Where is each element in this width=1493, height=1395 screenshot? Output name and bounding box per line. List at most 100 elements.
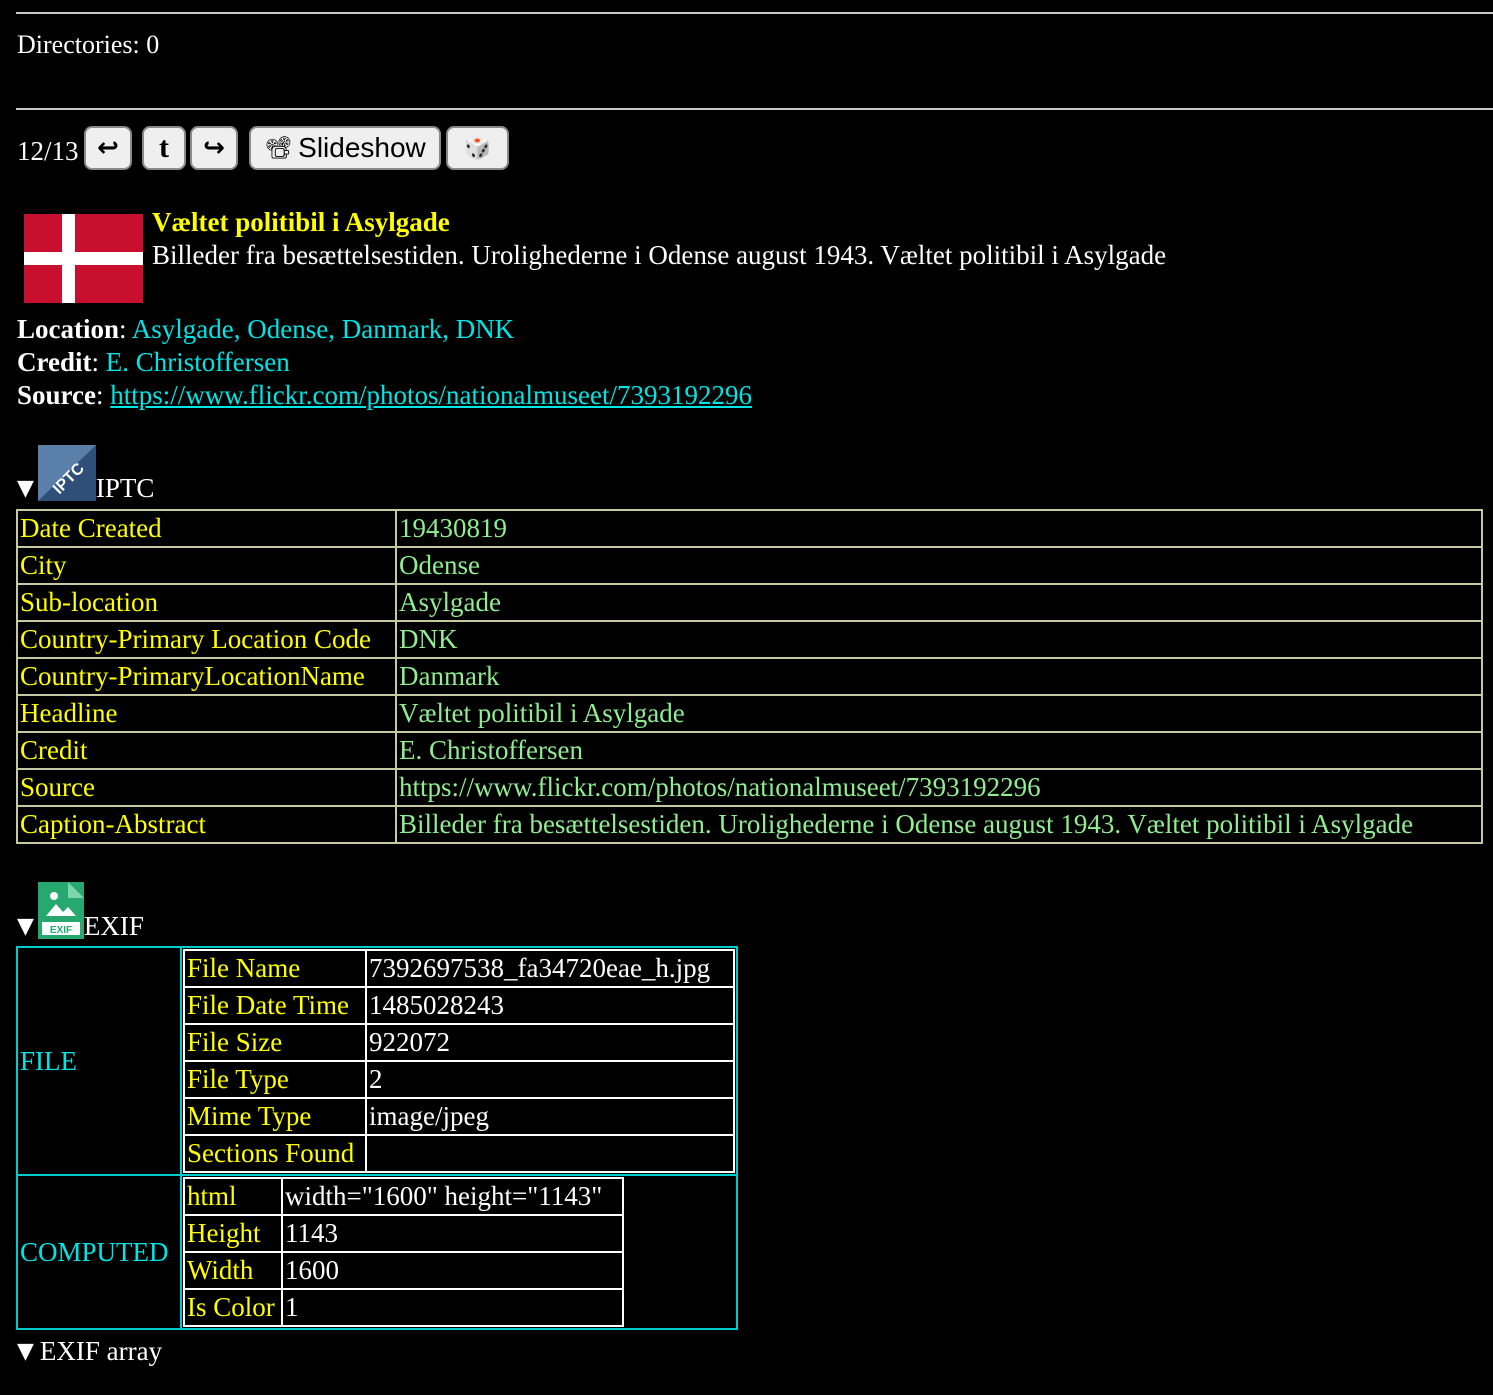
table-row: File Size 922072 — [184, 1024, 734, 1061]
table-row: File Type 2 — [184, 1061, 734, 1098]
table-row: Source https://www.flickr.com/photos/nati… — [17, 769, 1482, 806]
photo-title: Væltet politibil i Asylgade — [152, 207, 450, 237]
slideshow-label: Slideshow — [298, 132, 426, 163]
table-row: Caption-Abstract Billeder fra besættelses… — [17, 806, 1482, 843]
exif-file-icon: EXIF — [37, 882, 84, 939]
table-row: City Odense — [17, 547, 1482, 584]
table-row: Height 1143 — [184, 1215, 623, 1252]
table-row: Headline Væltet politibil i Asylgade — [17, 695, 1482, 732]
table-row: Country-Primary Location Code DNK — [17, 621, 1482, 658]
row-key: City — [17, 547, 396, 584]
row-value: width="1600" height="1143" — [282, 1178, 623, 1215]
forward-arrow-icon: ↪ — [203, 133, 225, 163]
row-value: Odense — [396, 547, 1482, 584]
source-label: Source — [17, 380, 96, 410]
dice-icon: 🎲 — [463, 135, 492, 160]
row-value: image/jpeg — [366, 1098, 734, 1135]
row-value: 1600 — [282, 1252, 623, 1289]
row-value: 19430819 — [396, 510, 1482, 547]
table-row: Mime Type image/jpeg — [184, 1098, 734, 1135]
table-row: Width 1600 — [184, 1252, 623, 1289]
exif-array-label: EXIF array — [39, 1336, 163, 1366]
table-row: File Date Time 1485028243 — [184, 987, 734, 1024]
row-value: Væltet politibil i Asylgade — [396, 695, 1482, 732]
exif-heading: EXIF — [83, 911, 144, 941]
table-row: Is Color 1 — [184, 1289, 623, 1326]
photo-description: Billeder fra besættelsestiden. Urolighed… — [152, 240, 1167, 270]
table-row: File Name 7392697538_fa34720eae_h.jpg — [184, 950, 734, 987]
row-key: Headline — [17, 695, 396, 732]
row-value — [366, 1135, 734, 1172]
exif-group-computed: COMPUTED — [17, 1175, 181, 1329]
location-value: Asylgade, Odense, Danmark, DNK — [131, 314, 515, 344]
row-key: Date Created — [17, 510, 396, 547]
credit-value: E. Christoffersen — [105, 347, 290, 377]
exif-array-toggle[interactable]: ▼ EXIF array — [17, 1336, 162, 1367]
row-value: https://www.flickr.com/photos/nationalmu… — [396, 769, 1482, 806]
denmark-flag-icon — [24, 214, 143, 303]
row-value: 7392697538_fa34720eae_h.jpg — [366, 950, 734, 987]
previous-button[interactable]: ↩ — [84, 126, 132, 170]
directories-count: Directories: 0 — [17, 30, 160, 59]
row-value: Danmark — [396, 658, 1482, 695]
location-label: Location — [17, 314, 120, 344]
top-divider — [16, 12, 1493, 14]
row-key: Mime Type — [184, 1098, 366, 1135]
row-value: 2 — [366, 1061, 734, 1098]
row-key: Country-Primary Location Code — [17, 621, 396, 658]
credit-label: Credit — [17, 347, 92, 377]
row-key: File Name — [184, 950, 366, 987]
row-value: 922072 — [366, 1024, 734, 1061]
row-key: Is Color — [184, 1289, 282, 1326]
location-line: Location: Asylgade, Odense, Danmark, DNK — [17, 314, 515, 344]
iptc-logo-icon: IPTC — [37, 445, 96, 501]
credit-line: Credit: E. Christoffersen — [17, 347, 290, 377]
exif-file-table: File Name 7392697538_fa34720eae_h.jpg File… — [183, 949, 735, 1173]
table-row: Credit E. Christoffersen — [17, 732, 1482, 769]
row-value: E. Christoffersen — [396, 732, 1482, 769]
row-key: Sections Found — [184, 1135, 366, 1172]
row-key: File Type — [184, 1061, 366, 1098]
exif-toggle[interactable]: ▼ EXIF EXIF — [17, 882, 144, 941]
nav-divider — [16, 108, 1493, 110]
row-value: Asylgade — [396, 584, 1482, 621]
up-button[interactable]: t — [142, 126, 186, 170]
row-value: 1 — [282, 1289, 623, 1326]
slideshow-button[interactable]: 📽 Slideshow — [249, 126, 441, 170]
table-row: Date Created 19430819 — [17, 510, 1482, 547]
row-key: File Date Time — [184, 987, 366, 1024]
exif-table: FILE File Name 7392697538_fa34720eae_h.jp… — [16, 946, 738, 1330]
row-key: Credit — [17, 732, 396, 769]
row-key: Caption-Abstract — [17, 806, 396, 843]
iptc-heading: IPTC — [95, 473, 155, 503]
exif-group-file: FILE — [17, 947, 181, 1175]
source-link[interactable]: https://www.flickr.com/photos/nationalmu… — [110, 380, 752, 410]
row-key: Width — [184, 1252, 282, 1289]
projector-icon: 📽 — [264, 135, 293, 160]
iptc-table: Date Created 19430819 City Odense Sub-locati… — [16, 509, 1483, 844]
row-key: File Size — [184, 1024, 366, 1061]
row-value: 1485028243 — [366, 987, 734, 1024]
row-key: Height — [184, 1215, 282, 1252]
row-key: html — [184, 1178, 282, 1215]
expand-triangle-icon: ▼ — [17, 1339, 34, 1364]
exif-computed-table: html width="1600" height="1143" Height 1143… — [183, 1177, 624, 1327]
random-button[interactable]: 🎲 — [446, 126, 509, 170]
up-icon: t — [159, 131, 169, 164]
row-key: Country-PrimaryLocationName — [17, 658, 396, 695]
row-value: DNK — [396, 621, 1482, 658]
iptc-toggle[interactable]: ▼ IPTC IPTC — [17, 445, 155, 503]
table-row: html width="1600" height="1143" — [184, 1178, 623, 1215]
table-row: Sub-location Asylgade — [17, 584, 1482, 621]
next-button[interactable]: ↪ — [190, 126, 238, 170]
row-key: Source — [17, 769, 396, 806]
row-value: Billeder fra besættelsestiden. Urolighed… — [396, 806, 1482, 843]
row-value: 1143 — [282, 1215, 623, 1252]
table-row: Country-PrimaryLocationName Danmark — [17, 658, 1482, 695]
expand-triangle-icon: ▼ — [17, 476, 34, 501]
table-row: Sections Found — [184, 1135, 734, 1172]
image-counter: 12/13 — [17, 136, 79, 166]
row-key: Sub-location — [17, 584, 396, 621]
expand-triangle-icon: ▼ — [17, 914, 34, 939]
back-arrow-icon: ↩ — [97, 133, 119, 163]
